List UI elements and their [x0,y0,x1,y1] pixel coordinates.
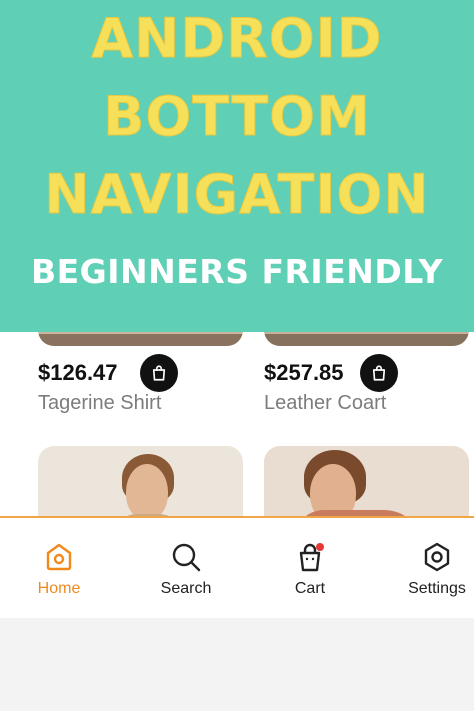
shopping-bag-icon [152,365,166,381]
nav-item-cart[interactable]: Cart [265,540,355,598]
cart-icon [299,543,324,572]
notification-badge [316,543,324,551]
screen-footer-area [0,618,474,711]
product-price: $126.47 [38,360,118,385]
nav-label: Home [37,580,81,597]
product-name[interactable]: Tagerine Shirt [38,392,161,415]
nav-label: Settings [408,580,466,597]
settings-icon [424,542,450,572]
product-name[interactable]: Leather Coart [264,392,386,415]
bottom-navigation: Home Search Cart Settings [0,516,474,618]
add-to-bag-button[interactable] [360,354,398,392]
nav-label: Search [160,580,212,597]
headline-line-2: BOTTOM [103,85,371,148]
nav-item-settings[interactable]: Settings [392,540,474,598]
search-icon [172,543,201,572]
home-icon [46,543,72,571]
nav-label: Cart [294,580,326,597]
banner-subtitle: BEGINNERS FRIENDLY [30,252,444,291]
nav-item-home[interactable]: Home [14,540,104,598]
nav-item-search[interactable]: Search [141,540,231,598]
promo-banner: ANDROID BOTTOM NAVIGATION BEGINNERS FRIE… [0,0,474,332]
product-price: $257.85 [264,360,344,385]
headline-line-3: NAVIGATION [44,163,430,226]
headline-line-1: ANDROID [91,7,383,70]
add-to-bag-button[interactable] [140,354,178,392]
shopping-bag-icon [372,365,386,381]
